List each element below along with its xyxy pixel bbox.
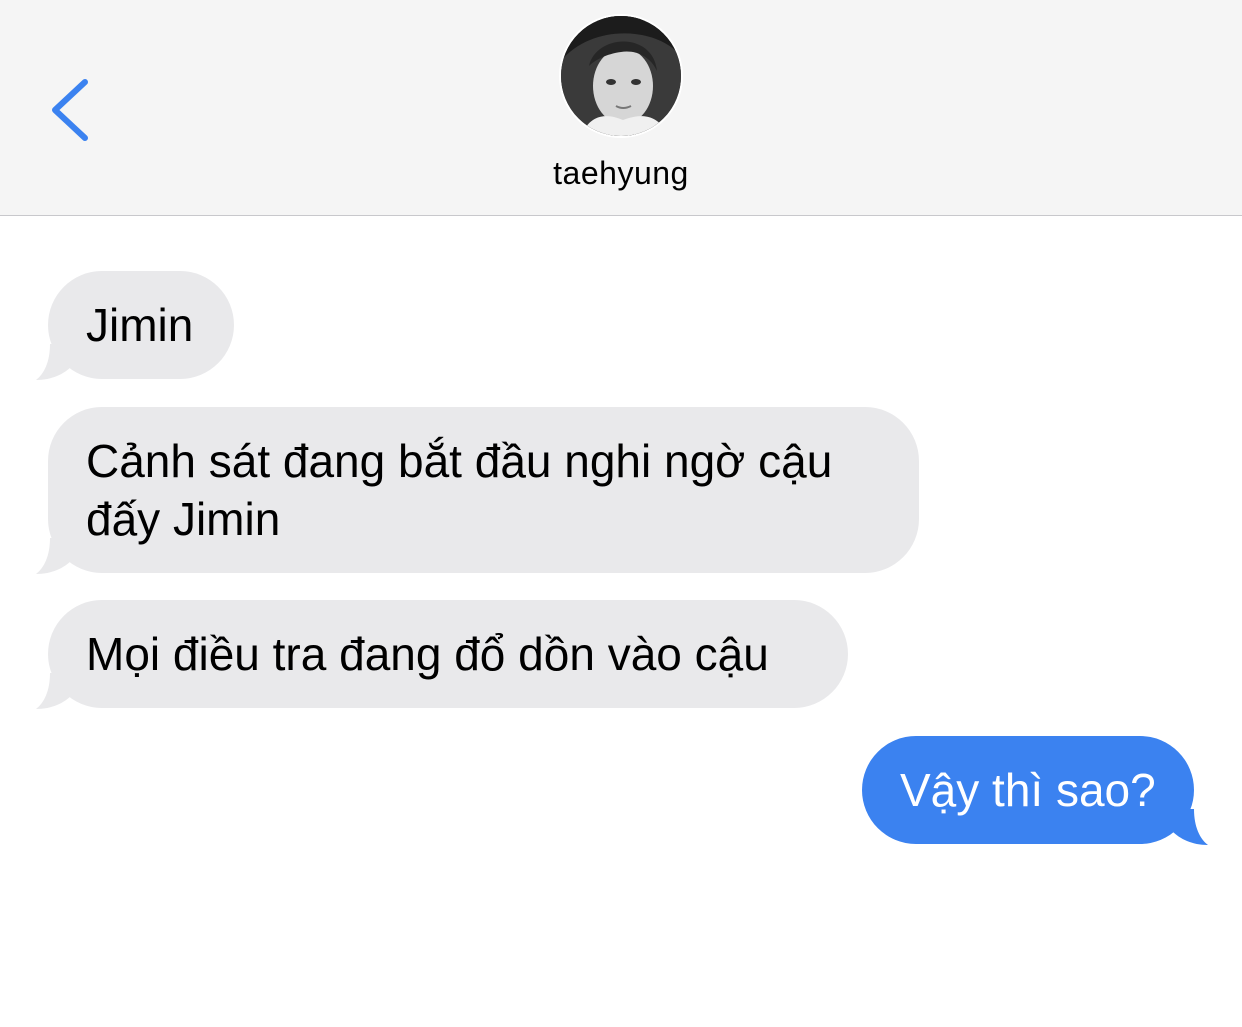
message-text: Mọi điều tra đang đổ dồn vào cậu [86, 628, 769, 680]
message-text: Vậy thì sao? [900, 764, 1156, 816]
chevron-left-icon [52, 79, 88, 141]
message-bubble-sent[interactable]: Vậy thì sao? [862, 736, 1194, 844]
message-bubble-received[interactable]: Cảnh sát đang bắt đầu nghi ngờ cậu đấy J… [48, 407, 919, 573]
bubble-tail [36, 344, 72, 380]
conversation-header: taehyung [0, 0, 1242, 216]
message-bubble-received[interactable]: Mọi điều tra đang đổ dồn vào cậu [48, 600, 848, 708]
avatar[interactable] [559, 14, 683, 138]
contact-name[interactable]: taehyung [0, 155, 1242, 192]
bubble-tail [36, 673, 72, 709]
back-button[interactable] [40, 70, 110, 150]
bubble-tail [1172, 809, 1208, 845]
message-thread: Jimin Cảnh sát đang bắt đầu nghi ngờ cậu… [0, 216, 1242, 1027]
contact-avatar-photo [561, 16, 681, 136]
bubble-tail [36, 538, 72, 574]
message-text: Cảnh sát đang bắt đầu nghi ngờ cậu đấy J… [86, 435, 833, 545]
message-text: Jimin [86, 299, 194, 351]
